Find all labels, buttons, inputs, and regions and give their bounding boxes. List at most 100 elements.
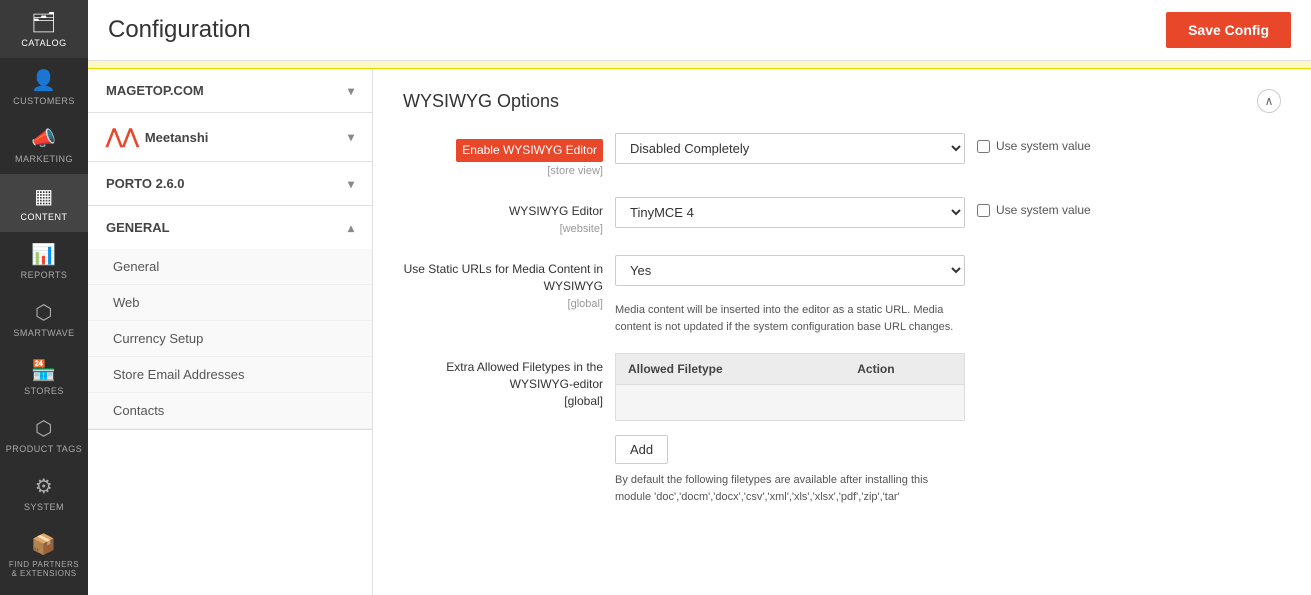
accordion-label-meetanshi: Meetanshi (145, 130, 209, 145)
accordion-header-magetop[interactable]: MAGETOP.COM ▾ (88, 69, 372, 112)
sidebar-item-stores[interactable]: 🏪 STORES (0, 348, 88, 406)
accordion-header-meetanshi[interactable]: ⋀⋀ Meetanshi ▾ (88, 113, 372, 161)
submenu-label-store-email: Store Email Addresses (113, 367, 245, 382)
accordion-general: GENERAL ▴ General Web Currency Setup Sto… (88, 206, 372, 430)
sidebar-label-smartwave: SMARTWAVE (13, 328, 74, 338)
submenu-item-contacts[interactable]: Contacts (88, 393, 372, 429)
wysiwyg-title-text: WYSIWYG Options (403, 91, 559, 112)
sidebar-item-customers[interactable]: 👤 CUSTOMERS (0, 58, 88, 116)
customers-icon: 👤 (31, 68, 56, 93)
sidebar: 🗂 CATALOG 👤 CUSTOMERS 📣 MARKETING ▦ CONT… (0, 0, 88, 595)
accordion-meetanshi: ⋀⋀ Meetanshi ▾ (88, 113, 372, 162)
product-tags-icon: ⬡ (35, 416, 53, 441)
page-title: Configuration (108, 16, 251, 44)
filetype-label-main: Extra Allowed Filetypes in the WYSIWYG-e… (446, 360, 603, 391)
use-system-value-editor: Use system value (977, 197, 1091, 217)
left-panel: MAGETOP.COM ▾ ⋀⋀ Meetanshi ▾ PORTO 2.6.0 (88, 69, 373, 595)
filetype-col-allowed: Allowed Filetype (616, 354, 846, 385)
sidebar-label-system: SYSTEM (24, 502, 64, 512)
find-partners-icon: 📦 (31, 532, 56, 557)
wysiwyg-section-title: WYSIWYG Options ∧ (403, 89, 1281, 113)
use-system-checkbox-enable[interactable] (977, 140, 990, 153)
marketing-icon: 📣 (31, 126, 56, 151)
sidebar-label-customers: CUSTOMERS (13, 96, 75, 106)
submenu-item-general[interactable]: General (88, 249, 372, 285)
wysiwyg-editor-label-main: WYSIWYG Editor (509, 204, 603, 218)
enable-wysiwyg-control: Disabled Completely Enabled by Default D… (615, 133, 1281, 164)
save-config-button[interactable]: Save Config (1166, 12, 1291, 48)
chevron-down-icon: ▾ (348, 84, 354, 98)
filetype-label-sub: [global] (564, 394, 603, 408)
accordion-header-porto[interactable]: PORTO 2.6.0 ▾ (88, 162, 372, 205)
content-icon: ▦ (34, 184, 53, 209)
sidebar-item-find-partners[interactable]: 📦 FIND PARTNERS & EXTENSIONS (0, 522, 88, 588)
wysiwyg-editor-select[interactable]: TinyMCE 4 TinyMCE 3 (615, 197, 965, 228)
content-area: MAGETOP.COM ▾ ⋀⋀ Meetanshi ▾ PORTO 2.6.0 (88, 69, 1311, 595)
submenu-item-currency-setup[interactable]: Currency Setup (88, 321, 372, 357)
use-system-checkbox-editor[interactable] (977, 204, 990, 217)
sidebar-label-reports: REPORTS (21, 270, 68, 280)
filetype-content: Allowed Filetype Action Add By default t… (615, 353, 1281, 505)
static-urls-row: Use Static URLs for Media Content in WYS… (403, 255, 1281, 335)
notification-bar (88, 61, 1311, 69)
sidebar-label-catalog: CATALOG (21, 38, 66, 48)
sidebar-label-stores: STORES (24, 386, 64, 396)
sidebar-item-content[interactable]: ▦ CONTENT (0, 174, 88, 232)
sidebar-item-smartwave[interactable]: ⬡ SMARTWAVE (0, 290, 88, 348)
submenu-label-currency-setup: Currency Setup (113, 331, 203, 346)
static-urls-label-sub: [global] (568, 298, 603, 310)
meetanshi-logo-icon: ⋀⋀ (106, 127, 139, 147)
filetype-section: Extra Allowed Filetypes in the WYSIWYG-e… (403, 353, 1281, 505)
wysiwyg-editor-label-sub: [website] (560, 223, 603, 235)
sidebar-item-catalog[interactable]: 🗂 CATALOG (0, 0, 88, 58)
reports-icon: 📊 (31, 242, 56, 267)
wysiwyg-editor-control: TinyMCE 4 TinyMCE 3 Use system value (615, 197, 1281, 228)
sidebar-label-find-partners: FIND PARTNERS & EXTENSIONS (5, 560, 83, 578)
sidebar-item-system[interactable]: ⚙ SYSTEM (0, 464, 88, 522)
stores-icon: 🏪 (31, 358, 56, 383)
accordion-label-porto: PORTO 2.6.0 (106, 176, 185, 191)
section-collapse-button[interactable]: ∧ (1257, 89, 1281, 113)
static-urls-note: Media content will be inserted into the … (615, 302, 965, 335)
sidebar-item-product-tags[interactable]: ⬡ PRODUCT TAGS (0, 406, 88, 464)
accordion-label-magetop: MAGETOP.COM (106, 83, 204, 98)
accordion-magetop: MAGETOP.COM ▾ (88, 69, 372, 113)
page-header: Configuration Save Config (88, 0, 1311, 61)
filetype-label: Extra Allowed Filetypes in the WYSIWYG-e… (403, 353, 603, 409)
sidebar-label-marketing: MARKETING (15, 154, 73, 164)
wysiwyg-editor-label: WYSIWYG Editor [website] (403, 197, 603, 237)
catalog-icon: 🗂 (31, 10, 57, 35)
sidebar-label-product-tags: PRODUCT TAGS (6, 444, 83, 454)
filetype-empty-row (616, 385, 965, 421)
sidebar-item-marketing[interactable]: 📣 MARKETING (0, 116, 88, 174)
static-urls-label-main: Use Static URLs for Media Content in WYS… (404, 262, 603, 293)
enable-wysiwyg-label-main: Enable WYSIWYG Editor (462, 143, 597, 157)
chevron-down-icon-meetanshi: ▾ (348, 130, 354, 144)
use-system-label-enable: Use system value (996, 139, 1091, 153)
accordion-header-general[interactable]: GENERAL ▴ (88, 206, 372, 249)
meetanshi-logo: ⋀⋀ Meetanshi (106, 127, 208, 147)
accordion-porto: PORTO 2.6.0 ▾ (88, 162, 372, 206)
add-filetype-button[interactable]: Add (615, 435, 668, 464)
submenu-item-store-email[interactable]: Store Email Addresses (88, 357, 372, 393)
submenu-label-contacts: Contacts (113, 403, 164, 418)
static-urls-select[interactable]: Yes No (615, 255, 965, 286)
static-urls-label: Use Static URLs for Media Content in WYS… (403, 255, 603, 312)
submenu-label-general: General (113, 259, 159, 274)
sidebar-item-reports[interactable]: 📊 REPORTS (0, 232, 88, 290)
use-system-label-editor: Use system value (996, 203, 1091, 217)
accordion-label-general: GENERAL (106, 220, 170, 235)
filetype-table: Allowed Filetype Action (615, 353, 965, 421)
static-urls-control: Yes No Media content will be inserted in… (615, 255, 1281, 335)
wysiwyg-editor-row: WYSIWYG Editor [website] TinyMCE 4 TinyM… (403, 197, 1281, 237)
sidebar-label-content: CONTENT (21, 212, 68, 222)
system-icon: ⚙ (35, 474, 53, 499)
enable-wysiwyg-label-sub: [store view] (547, 165, 603, 177)
enable-wysiwyg-select[interactable]: Disabled Completely Enabled by Default D… (615, 133, 965, 164)
smartwave-icon: ⬡ (35, 300, 53, 325)
use-system-value-enable: Use system value (977, 133, 1091, 153)
submenu-item-web[interactable]: Web (88, 285, 372, 321)
enable-wysiwyg-row: Enable WYSIWYG Editor [store view] Disab… (403, 133, 1281, 179)
right-panel: WYSIWYG Options ∧ Enable WYSIWYG Editor … (373, 69, 1311, 595)
enable-wysiwyg-label: Enable WYSIWYG Editor [store view] (403, 133, 603, 179)
